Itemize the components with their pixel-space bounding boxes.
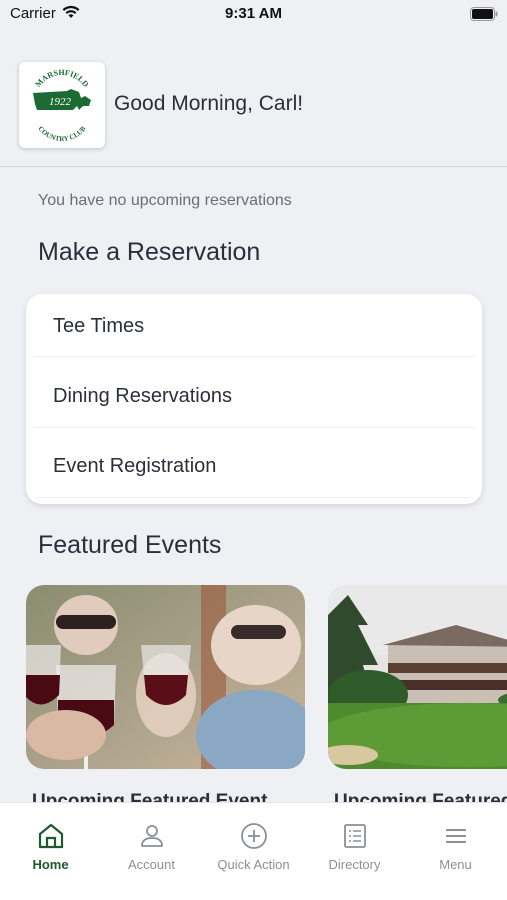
divider <box>34 427 474 428</box>
status-bar: Carrier 9:31 AM <box>0 0 507 30</box>
clock: 9:31 AM <box>225 5 282 22</box>
dining-reservations-item[interactable]: Dining Reservations <box>26 364 482 434</box>
divider <box>34 356 474 357</box>
tab-menu[interactable]: Menu <box>405 821 506 881</box>
club-logo[interactable]: MARSHFIELD 1922 COUNTRY CLUB <box>19 62 105 148</box>
svg-text:MARSHFIELD: MARSHFIELD <box>34 68 91 89</box>
person-icon <box>140 825 163 847</box>
reservation-card: Tee Times Dining Reservations Event Regi… <box>26 294 482 504</box>
event-registration-item[interactable]: Event Registration <box>26 434 482 504</box>
event-registration-label: Event Registration <box>53 455 217 477</box>
divider <box>34 497 474 498</box>
dining-reservations-label: Dining Reservations <box>53 385 232 407</box>
tab-directory-label: Directory <box>328 857 381 872</box>
tab-quick-action-label: Quick Action <box>217 857 290 872</box>
tee-times-label: Tee Times <box>53 315 145 337</box>
featured-events-carousel[interactable]: Upcoming Featured Event Upcoming Feature… <box>0 585 507 805</box>
hamburger-icon <box>445 829 466 843</box>
logo-text-bottom: COUNTRY CLUB <box>36 124 87 143</box>
plus-circle-icon <box>240 823 267 849</box>
svg-text:COUNTRY CLUB: COUNTRY CLUB <box>36 124 87 143</box>
no-reservations-message: You have no upcoming reservations <box>38 192 292 209</box>
greeting: Good Morning, Carl! <box>114 92 304 115</box>
logo-text-top: MARSHFIELD <box>34 68 91 89</box>
tab-bar: Home Account Quick Action Directory Menu <box>0 802 507 900</box>
tab-home-label: Home <box>32 857 69 872</box>
tab-quick-action[interactable]: Quick Action <box>203 821 304 881</box>
event-image-wine-toast <box>26 585 305 769</box>
header: MARSHFIELD 1922 COUNTRY CLUB Good Mornin… <box>19 62 489 148</box>
event-card[interactable]: Upcoming Featured Event <box>328 585 507 805</box>
featured-events-title: Featured Events <box>38 531 222 559</box>
event-card[interactable]: Upcoming Featured Event <box>26 585 305 805</box>
list-book-icon <box>343 824 366 848</box>
home-icon <box>38 823 63 849</box>
logo-year: 1922 <box>49 96 72 108</box>
make-reservation-title: Make a Reservation <box>38 238 261 266</box>
tab-menu-label: Menu <box>439 857 472 872</box>
tab-home[interactable]: Home <box>0 821 101 881</box>
battery-icon <box>470 7 498 25</box>
tab-directory[interactable]: Directory <box>304 821 405 881</box>
header-divider <box>0 166 507 167</box>
tab-account[interactable]: Account <box>101 821 202 881</box>
tee-times-item[interactable]: Tee Times <box>26 294 482 364</box>
event-image-clubhouse <box>328 585 507 769</box>
tab-account-label: Account <box>128 857 175 872</box>
